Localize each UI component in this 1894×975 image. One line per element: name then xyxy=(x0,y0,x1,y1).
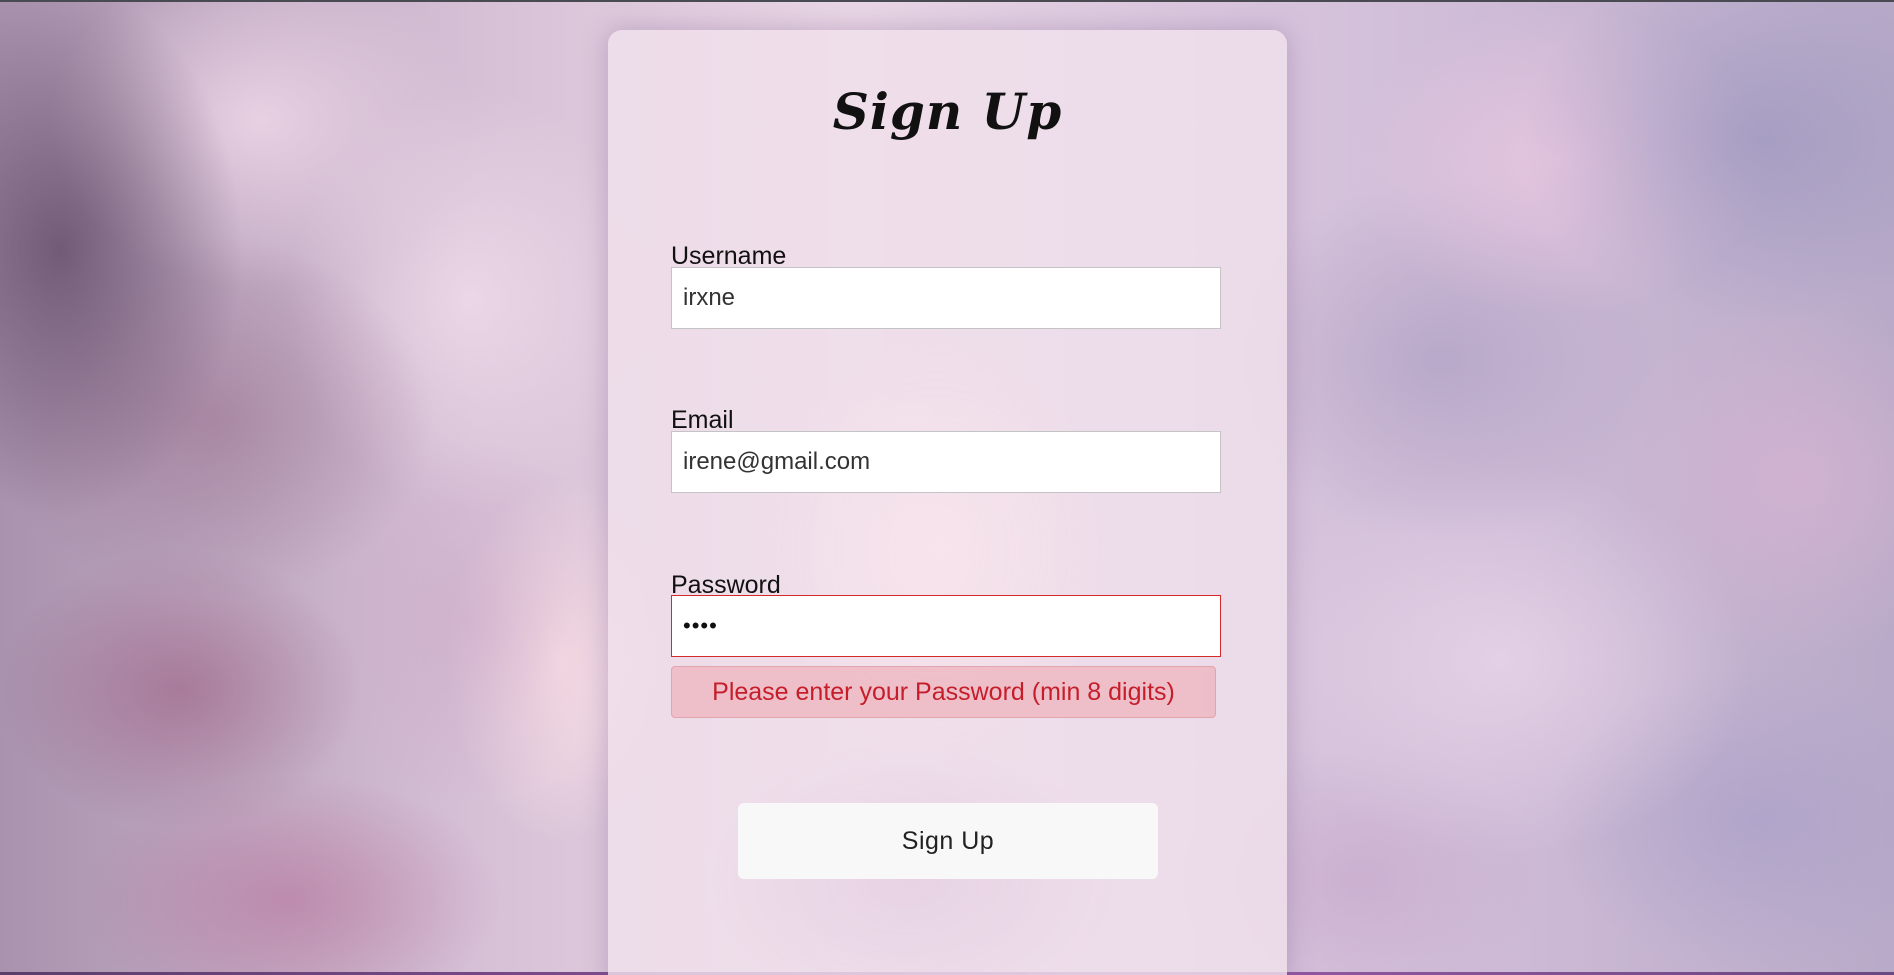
email-value: irene@gmail.com xyxy=(683,448,871,475)
username-value: irxne xyxy=(683,284,736,311)
top-border xyxy=(0,0,1894,2)
signup-card: Sign Up Username irxne Email irene@gmail… xyxy=(608,30,1287,975)
sign-up-button[interactable]: Sign Up xyxy=(738,803,1158,879)
email-field[interactable]: irene@gmail.com xyxy=(671,431,1221,493)
password-error-message: Please enter your Password (min 8 digits… xyxy=(671,666,1216,718)
password-field[interactable]: •••• xyxy=(671,595,1221,657)
page-title: Sign Up xyxy=(832,82,1063,141)
username-field[interactable]: irxne xyxy=(671,267,1221,329)
password-value: •••• xyxy=(683,613,718,638)
password-error-text: Please enter your Password (min 8 digits… xyxy=(712,677,1175,706)
